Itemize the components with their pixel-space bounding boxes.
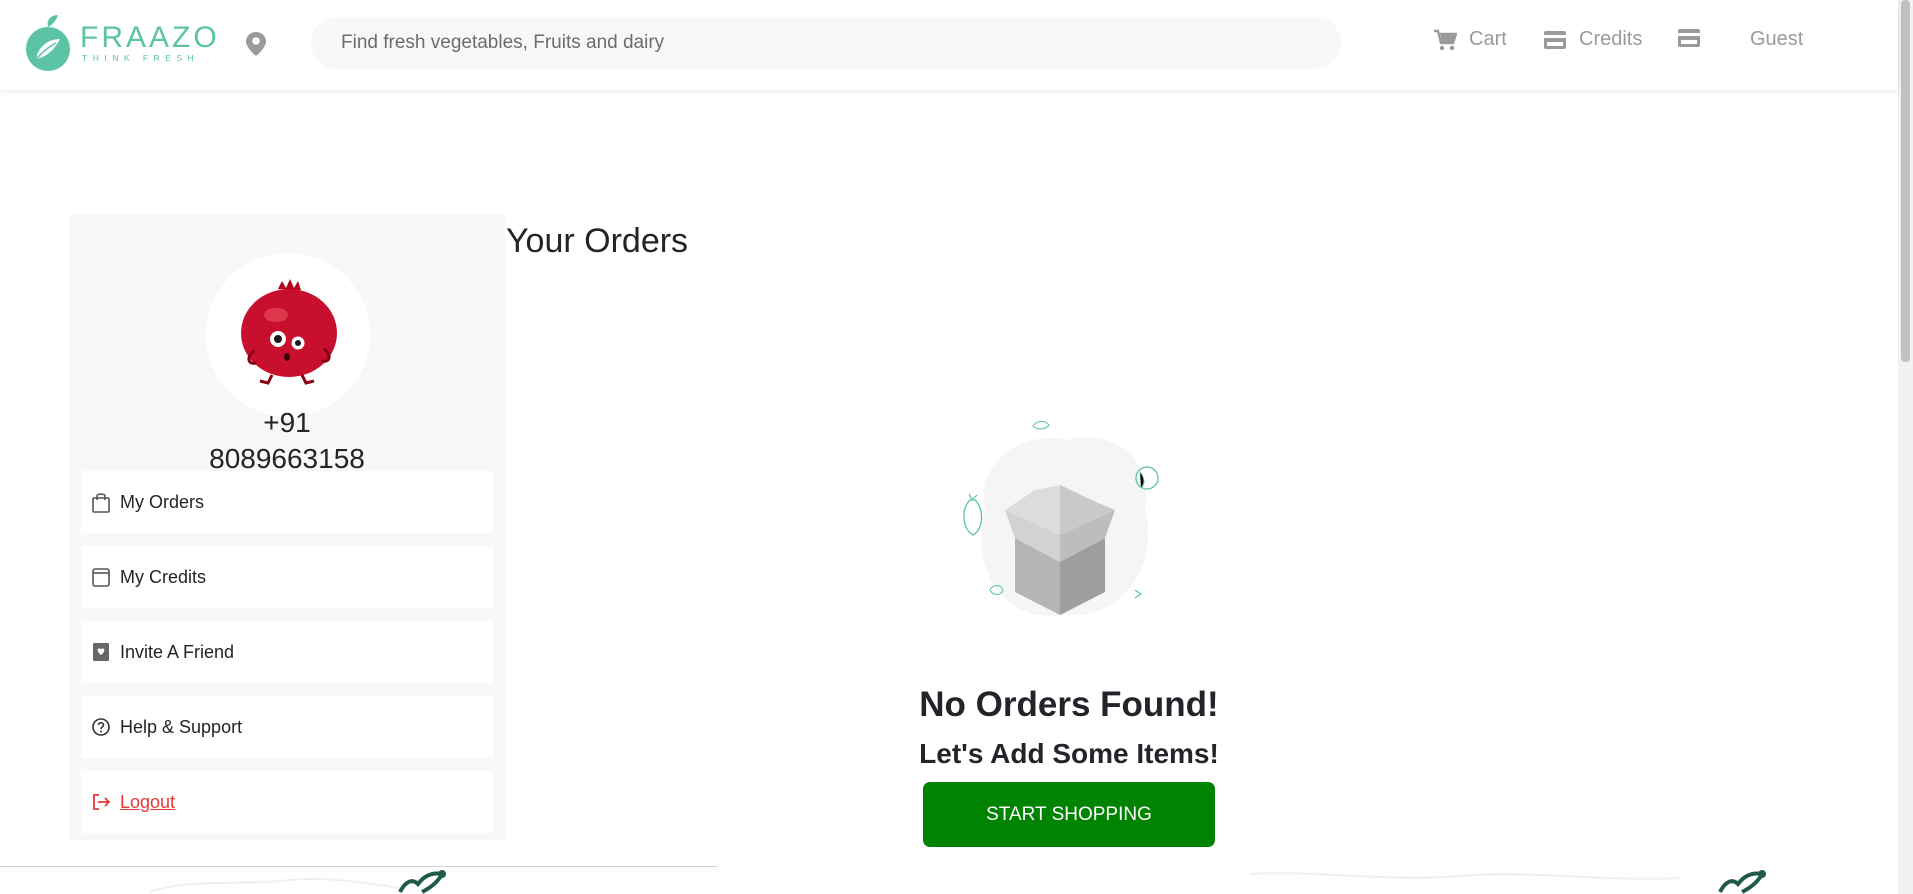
leaf-logo-icon <box>24 13 74 73</box>
cart-icon <box>1434 29 1457 50</box>
logout-link[interactable]: Logout <box>120 792 175 813</box>
empty-state-title: No Orders Found! <box>919 685 1219 724</box>
card-icon <box>1678 29 1700 47</box>
sidebar-item-invite-friend[interactable]: Invite A Friend <box>81 621 493 683</box>
nav-credits-link[interactable]: Credits <box>1543 28 1642 51</box>
pomegranate-avatar-icon <box>241 279 337 385</box>
nav-guest-label: Guest <box>1750 28 1804 50</box>
search-input[interactable] <box>311 17 1341 69</box>
sidebar-item-label: My Credits <box>120 566 207 587</box>
location-pin-icon[interactable] <box>245 31 267 57</box>
nav-credits-label: Credits <box>1579 28 1643 50</box>
profile-sidebar: +91 8089663158 My Orders My Credits Invi… <box>69 215 505 840</box>
bag-icon <box>92 493 110 513</box>
sidebar-item-my-orders[interactable]: My Orders <box>81 471 493 533</box>
footer-veggie-decoration-right <box>1250 870 1766 894</box>
start-shopping-button[interactable]: START SHOPPING <box>923 782 1215 847</box>
credit-card-icon <box>1544 30 1566 49</box>
page-title: Your Orders <box>506 222 689 260</box>
logout-icon <box>93 794 111 810</box>
nav-cart-label: Cart <box>1469 28 1507 50</box>
sidebar-item-logout[interactable]: Logout <box>81 771 493 833</box>
nav-guest-account[interactable]: Guest <box>1750 28 1803 51</box>
avatar <box>206 253 370 417</box>
wallet-icon <box>92 568 110 587</box>
footer-divider <box>0 866 717 867</box>
phone-country-code: +91 <box>263 407 311 438</box>
help-icon <box>92 718 110 736</box>
invite-icon <box>93 643 109 661</box>
user-phone: +91 8089663158 <box>69 405 505 477</box>
sidebar-item-help-support[interactable]: Help & Support <box>81 696 493 758</box>
logo-name: FRAAZO <box>80 21 220 54</box>
fraazo-logo[interactable]: FRAAZO THINK FRESH <box>24 12 217 74</box>
top-header: FRAAZO THINK FRESH Cart Credits <box>0 0 1898 90</box>
footer-veggie-decoration-left <box>150 870 446 894</box>
nav-cart-link[interactable]: Cart <box>1433 28 1507 51</box>
sidebar-item-label: Help & Support <box>120 716 243 737</box>
logo-tagline: THINK FRESH <box>82 53 200 63</box>
empty-state-subtitle: Let's Add Some Items! <box>919 738 1219 769</box>
sidebar-item-label: Invite A Friend <box>120 641 235 662</box>
empty-box-illustration <box>945 420 1175 620</box>
scrollbar-thumb[interactable] <box>1901 0 1910 362</box>
sidebar-item-label: My Orders <box>120 491 205 512</box>
sidebar-item-my-credits[interactable]: My Credits <box>81 546 493 608</box>
nav-wallet-link[interactable] <box>1677 28 1713 48</box>
